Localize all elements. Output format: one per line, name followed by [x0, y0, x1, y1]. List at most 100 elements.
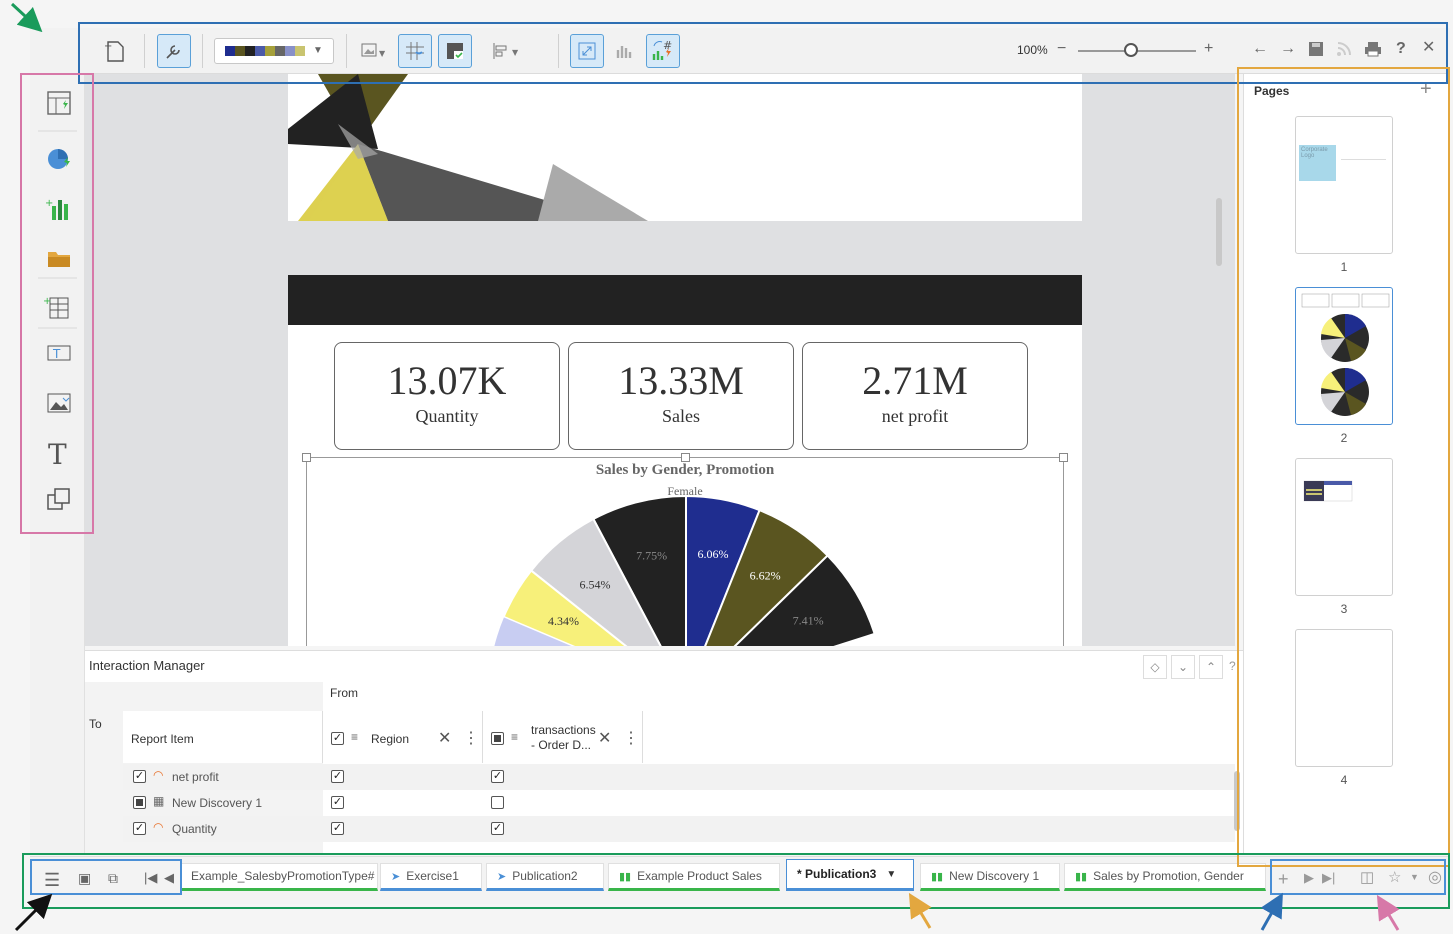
kpi-sales[interactable]: 13.33M Sales [568, 342, 794, 450]
new-tab-icon[interactable]: ⧉ [108, 871, 118, 885]
print-icon[interactable] [1364, 41, 1382, 57]
remove-column-icon[interactable]: ✕ [598, 728, 611, 748]
canvas-scrollbar[interactable] [1216, 198, 1222, 266]
menu-icon[interactable]: ☰ [44, 871, 60, 889]
next-tab-icon[interactable]: ▶ [1304, 871, 1314, 884]
page-thumbnail-3[interactable] [1295, 458, 1393, 596]
tab-publication2[interactable]: ➤ Publication2 [486, 863, 604, 891]
image-icon[interactable] [47, 393, 71, 413]
rss-icon[interactable] [1336, 41, 1352, 57]
resize-handle[interactable] [1059, 453, 1068, 462]
transactions-checkbox[interactable]: ✓ [491, 770, 504, 783]
add-page-icon[interactable]: + [1420, 78, 1432, 101]
row-checkbox[interactable] [133, 796, 146, 809]
tab-example-product-sales[interactable]: ▮▮ Example Product Sales [608, 863, 780, 891]
fit-page-button[interactable] [570, 34, 604, 68]
zoom-out-button[interactable]: − [1057, 41, 1066, 57]
back-arrow-icon[interactable]: ← [1252, 41, 1268, 57]
clear-icon[interactable]: ◇ [1143, 655, 1167, 679]
first-tab-icon[interactable]: |◀ [144, 871, 157, 884]
row-label: net profit [172, 770, 219, 784]
properties-button[interactable] [157, 34, 191, 68]
chevron-down-icon[interactable]: ▼ [886, 869, 896, 880]
more-options-icon[interactable]: ⋮ [463, 728, 479, 748]
page-background-button[interactable]: ▼ [357, 34, 391, 68]
left-tool-rail: + + T T [30, 28, 85, 853]
page-thumbnail-1[interactable]: Corporate Logo [1295, 116, 1393, 254]
page-number: 2 [1340, 431, 1348, 445]
show-page-button[interactable] [438, 34, 472, 68]
text-box-icon[interactable]: T [47, 345, 71, 361]
kpi-quantity[interactable]: 13.07K Quantity [334, 342, 560, 450]
prev-tab-icon[interactable]: ◀ [164, 871, 174, 884]
pie-slice-label: 7.75% [636, 549, 667, 563]
transactions-checkbox[interactable] [491, 796, 504, 809]
text-tool-icon[interactable]: T [48, 438, 67, 471]
page-thumbnail-4[interactable] [1295, 629, 1393, 767]
help-icon[interactable]: ? [1229, 659, 1236, 673]
tab-example-salesbypromotiontype[interactable]: Example_SalesbyPromotionType# [180, 863, 378, 891]
region-checkbox[interactable]: ✓ [331, 822, 344, 835]
row-checkbox[interactable]: ✓ [133, 770, 146, 783]
snap-to-grid-button[interactable] [398, 34, 432, 68]
table-row: ✓ ◠ net profit ✓ ✓ [123, 764, 1235, 790]
pin-icon[interactable]: ☆ [1388, 870, 1401, 885]
filter-icon: ≡ [511, 730, 519, 744]
panel-scrollbar[interactable] [1234, 771, 1240, 831]
new-report-icon[interactable] [47, 91, 71, 115]
transactions-select-all-checkbox[interactable] [491, 732, 504, 745]
expand-up-icon[interactable]: ⌃ [1199, 655, 1223, 679]
row-checkbox[interactable]: ✓ [133, 822, 146, 835]
tab-exercise1[interactable]: ➤ Exercise1 [380, 863, 482, 891]
save-icon[interactable] [1308, 41, 1324, 57]
bar-chart-icon: ▮▮ [931, 870, 944, 883]
region-checkbox[interactable]: ✓ [331, 770, 344, 783]
interaction-manager-button[interactable]: # [646, 34, 680, 68]
page-1-preview[interactable] [288, 74, 1082, 221]
open-content-icon[interactable]: ▣ [78, 871, 91, 885]
align-left-icon: ▼ [493, 43, 519, 59]
more-options-icon[interactable]: ⋮ [623, 728, 639, 748]
svg-text:+: + [45, 198, 53, 209]
kpi-value: 2.71M [862, 358, 968, 403]
report-canvas[interactable]: 13.07K Quantity 13.33M Sales 2.71M net p… [85, 74, 1235, 646]
help-icon[interactable]: ? [1396, 41, 1406, 57]
pie-chart[interactable]: 6.06% 6.62% 7.41% 7.75% 6.54% 4.34% [307, 494, 1065, 646]
resize-handle[interactable] [681, 453, 690, 462]
page-2[interactable]: 13.07K Quantity 13.33M Sales 2.71M net p… [288, 275, 1082, 646]
close-icon[interactable]: ✕ [1422, 40, 1435, 56]
last-tab-icon[interactable]: ▶| [1322, 871, 1335, 884]
bar-chart-icon: ▮▮ [619, 870, 632, 883]
spiral-icon[interactable]: ◎ [1428, 870, 1442, 886]
kpi-net-profit[interactable]: 2.71M net profit [802, 342, 1028, 450]
add-bar-chart-icon[interactable]: + [45, 198, 68, 220]
forward-arrow-icon[interactable]: → [1280, 41, 1296, 57]
tab-publication3[interactable]: * Publication3 ▼ [786, 859, 914, 891]
resize-handle[interactable] [302, 453, 311, 462]
zoom-level: 100% [1017, 43, 1048, 57]
collapse-down-icon[interactable]: ⌄ [1171, 655, 1195, 679]
add-tab-icon[interactable]: + [1278, 870, 1289, 888]
color-palette-dropdown[interactable]: ▼ [214, 38, 334, 64]
zoom-slider-thumb[interactable] [1124, 43, 1138, 57]
shapes-icon[interactable] [30, 483, 85, 523]
pie-chart-frame[interactable]: Sales by Gender, Promotion Female 6.06% 6… [302, 453, 1068, 646]
add-table-icon[interactable]: + [43, 296, 69, 319]
transactions-checkbox[interactable]: ✓ [491, 822, 504, 835]
bars-icon [616, 46, 632, 58]
zoom-in-button[interactable]: + [1204, 41, 1213, 57]
to-label: To [89, 717, 102, 731]
region-select-all-checkbox[interactable]: ✓ [331, 732, 344, 745]
chart-options-button[interactable] [608, 34, 642, 68]
page-thumbnail-2[interactable] [1295, 287, 1393, 425]
tab-new-discovery-1[interactable]: ▮▮ New Discovery 1 [920, 863, 1060, 891]
add-page-button[interactable]: + [98, 34, 132, 68]
tab-sales-by-promotion-gender[interactable]: ▮▮ Sales by Promotion, Gender [1064, 863, 1266, 891]
chevron-down-icon[interactable]: ▼ [1410, 873, 1419, 882]
remove-column-icon[interactable]: ✕ [438, 728, 451, 748]
align-dropdown-button[interactable]: ▼ [490, 34, 524, 68]
open-folder-icon[interactable] [48, 252, 70, 267]
add-chart-icon[interactable] [48, 149, 70, 169]
split-view-icon[interactable]: ◫ [1360, 870, 1374, 885]
region-checkbox[interactable]: ✓ [331, 796, 344, 809]
